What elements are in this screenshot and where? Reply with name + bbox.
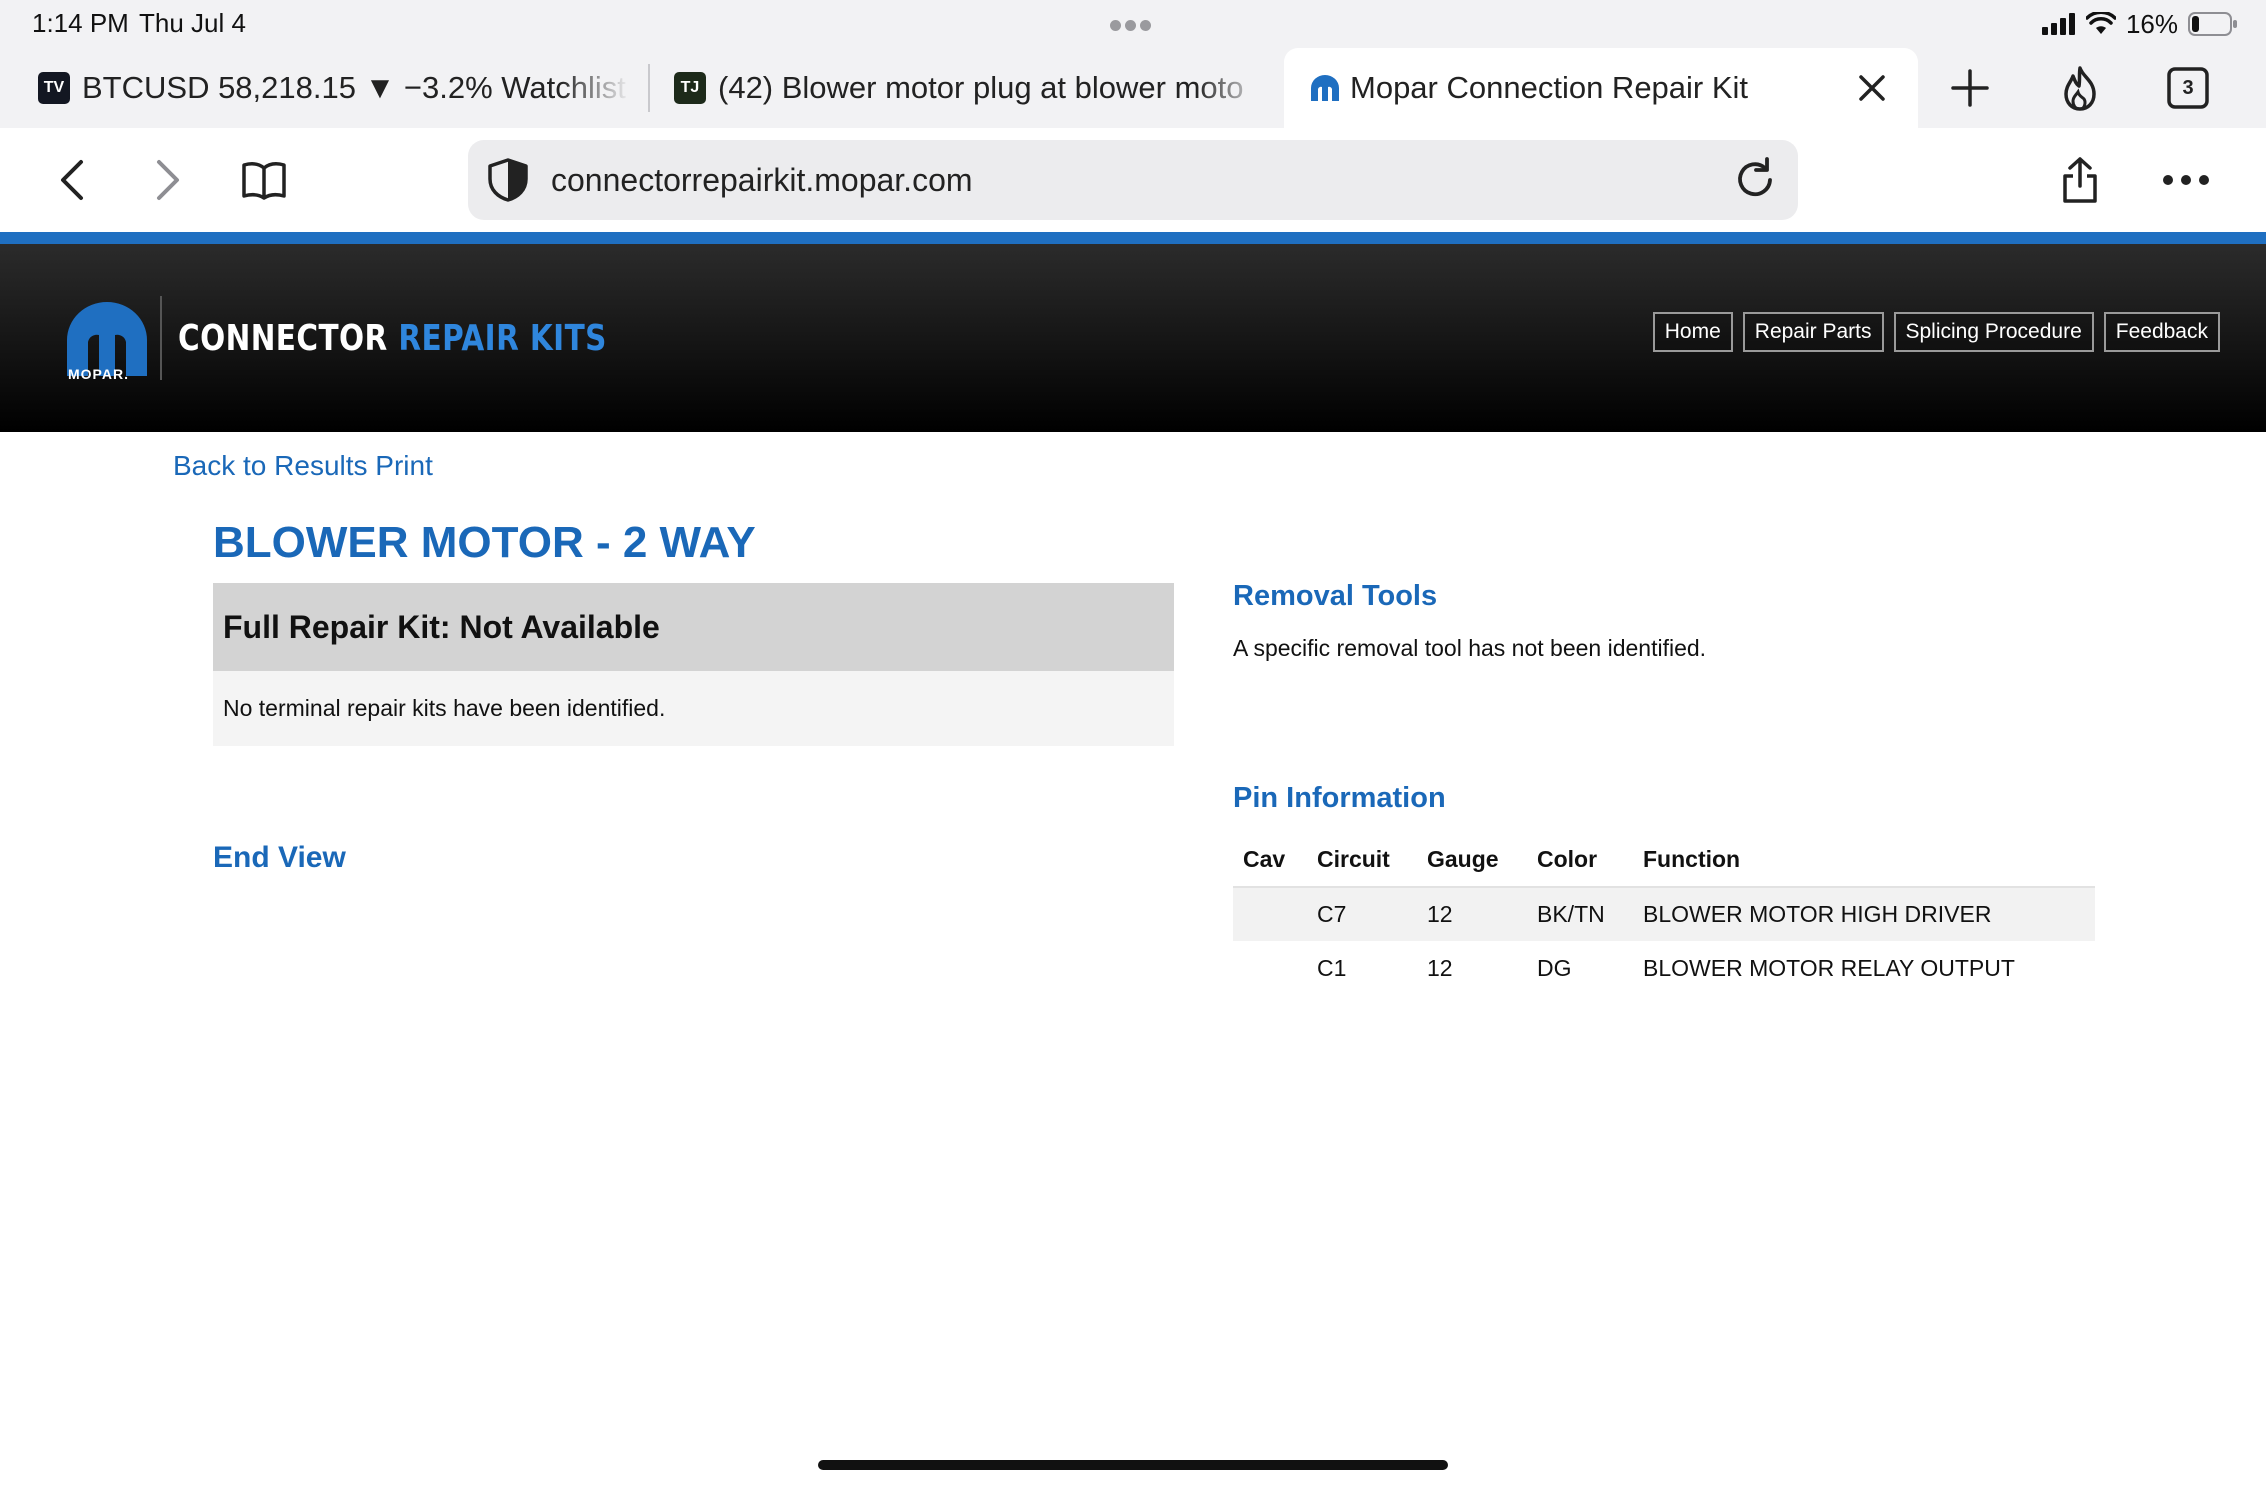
forward-button[interactable] (138, 150, 198, 210)
status-indicators: 16% (2041, 8, 2238, 40)
cell-function: BLOWER MOTOR HIGH DRIVER (1633, 887, 2095, 941)
removal-tools-text: A specific removal tool has not been ide… (1233, 635, 1707, 661)
header-gauge: Gauge (1417, 833, 1527, 888)
signal-icon (2041, 13, 2075, 35)
cell-gauge: 12 (1417, 887, 1527, 941)
tab-tradingview[interactable]: TV BTCUSD 58,218.15 ▼ −3.2% Watchlist (38, 48, 628, 128)
battery-icon (2188, 12, 2237, 36)
nav-home[interactable]: Home (1652, 312, 1733, 352)
new-tab-button[interactable] (1942, 60, 1998, 116)
browser-toolbar: connectorrepairkit.mopar.com (0, 128, 2266, 232)
flame-icon (2064, 66, 2096, 111)
status-date: Thu Jul 4 (139, 8, 246, 38)
pin-table: Cav Circuit Gauge Color Function C7 12 B… (1233, 833, 2095, 995)
nav-splicing-procedure[interactable]: Splicing Procedure (1893, 312, 2094, 352)
site-brand[interactable]: CONNECTOR REPAIR KITS (178, 318, 607, 359)
cell-cav (1233, 941, 1307, 995)
share-icon (2063, 157, 2097, 203)
status-time: 1:14 PM (32, 8, 129, 38)
page-title: BLOWER MOTOR - 2 WAY (213, 518, 756, 567)
shield-icon[interactable] (486, 157, 530, 203)
kit-body-text: No terminal repair kits have been identi… (223, 695, 666, 721)
cell-circuit: C1 (1317, 954, 1347, 981)
logo-separator (160, 296, 162, 380)
status-bar: 1:14 PM Thu Jul 4 16% (0, 0, 2266, 48)
bookmarks-button[interactable] (234, 150, 294, 210)
multitasking-dots-icon[interactable] (1110, 18, 1156, 31)
brand-word-repair-kits: REPAIR KITS (398, 318, 607, 359)
address-bar[interactable]: connectorrepairkit.mopar.com (468, 140, 1798, 220)
plus-icon (1951, 69, 1989, 107)
more-icon (2163, 175, 2209, 185)
tab-fade (560, 48, 630, 128)
table-row: C1 12 DG BLOWER MOTOR RELAY OUTPUT (1233, 941, 2095, 995)
share-button[interactable] (2050, 150, 2110, 210)
reload-icon[interactable] (1732, 157, 1778, 203)
kit-heading: Full Repair Kit: Not Available (213, 583, 1174, 671)
back-to-results-link[interactable]: Back to Results Print (173, 450, 433, 482)
repair-kit-panel: Full Repair Kit: Not Available No termin… (213, 583, 1174, 746)
tab-divider (648, 64, 650, 112)
burn-button[interactable] (2052, 60, 2108, 116)
tab-fade (1196, 48, 1266, 128)
forward-icon (157, 160, 179, 200)
page-top-strip (0, 232, 2266, 244)
tj-favicon: TJ (674, 72, 706, 104)
tab-mopar-active[interactable]: Mopar Connection Repair Kit (1284, 48, 1918, 128)
nav-feedback[interactable]: Feedback (2103, 312, 2220, 352)
mopar-icon (1311, 75, 1339, 101)
close-icon (1859, 75, 1885, 101)
header-cav: Cav (1233, 833, 1307, 888)
cell-color: BK/TN (1527, 887, 1633, 941)
battery-percent: 16% (2125, 8, 2178, 39)
tab-switcher-button[interactable]: 3 (2160, 60, 2216, 116)
site-header: MOPAR. CONNECTOR REPAIR KITS Home Repair… (0, 244, 2266, 432)
cell-function: BLOWER MOTOR RELAY OUTPUT (1643, 954, 2015, 981)
cell-cav (1233, 887, 1307, 941)
header-function: Function (1633, 833, 2095, 888)
pin-information-heading: Pin Information (1233, 782, 1446, 814)
header-color: Color (1527, 833, 1633, 888)
removal-tools-heading: Removal Tools (1233, 580, 1438, 612)
wifi-icon (2085, 12, 2116, 34)
cell-gauge: 12 (1427, 954, 1453, 981)
table-row: C7 12 BK/TN BLOWER MOTOR HIGH DRIVER (1233, 887, 2095, 941)
brand-word-connector: CONNECTOR (178, 318, 388, 359)
header-circuit: Circuit (1307, 833, 1417, 888)
tab-bar: TV BTCUSD 58,218.15 ▼ −3.2% Watchlist TJ… (0, 48, 2266, 128)
tradingview-favicon: TV (38, 72, 70, 104)
nav-repair-parts[interactable]: Repair Parts (1742, 312, 1884, 352)
back-button[interactable] (42, 150, 102, 210)
end-view-heading: End View (213, 841, 346, 874)
cell-circuit: C7 (1307, 887, 1417, 941)
home-indicator[interactable] (818, 1460, 1448, 1470)
site-nav: Home Repair Parts Splicing Procedure Fee… (1652, 312, 2220, 352)
more-button[interactable] (2156, 150, 2216, 210)
url-text[interactable]: connectorrepairkit.mopar.com (551, 162, 973, 199)
pin-table-header-row: Cav Circuit Gauge Color Function (1233, 833, 2095, 888)
tab-label: BTCUSD 58,218.15 ▼ −3.2% Watchlist (82, 70, 626, 105)
back-icon (61, 160, 83, 200)
close-tab-button[interactable] (1852, 68, 1892, 108)
logo-wordmark: MOPAR. (68, 366, 129, 382)
tab-count: 3 (2182, 76, 2194, 99)
tab-label: Mopar Connection Repair Kit (1350, 70, 1749, 105)
tab-youtube-video[interactable]: TJ (42) Blower motor plug at blower moto (674, 48, 1264, 128)
cell-color: DG (1537, 954, 1572, 981)
bookmarks-icon (242, 162, 286, 200)
tab-label: (42) Blower motor plug at blower moto (718, 70, 1244, 105)
